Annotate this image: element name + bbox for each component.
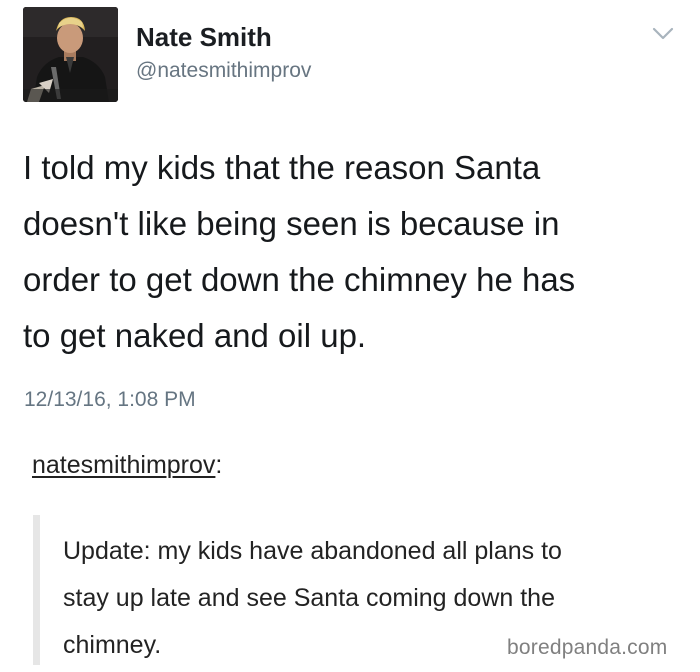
reblog-username-link[interactable]: natesmithimprov (32, 451, 215, 479)
tweet-text: I told my kids that the reason Santa doe… (23, 149, 576, 354)
reblog-header: natesmithimprov: (32, 451, 222, 480)
author-handle[interactable]: @natesmithimprov (136, 59, 311, 83)
tweet-timestamp[interactable]: 12/13/16, 1:08 PM (24, 388, 196, 412)
watermark: boredpanda.com (507, 636, 668, 659)
profile-photo (23, 7, 118, 102)
author-name[interactable]: Nate Smith (136, 22, 272, 53)
chevron-down-icon[interactable] (652, 26, 674, 42)
quote-bar (33, 515, 40, 665)
avatar[interactable] (23, 7, 118, 102)
reblog-separator: : (215, 451, 223, 479)
